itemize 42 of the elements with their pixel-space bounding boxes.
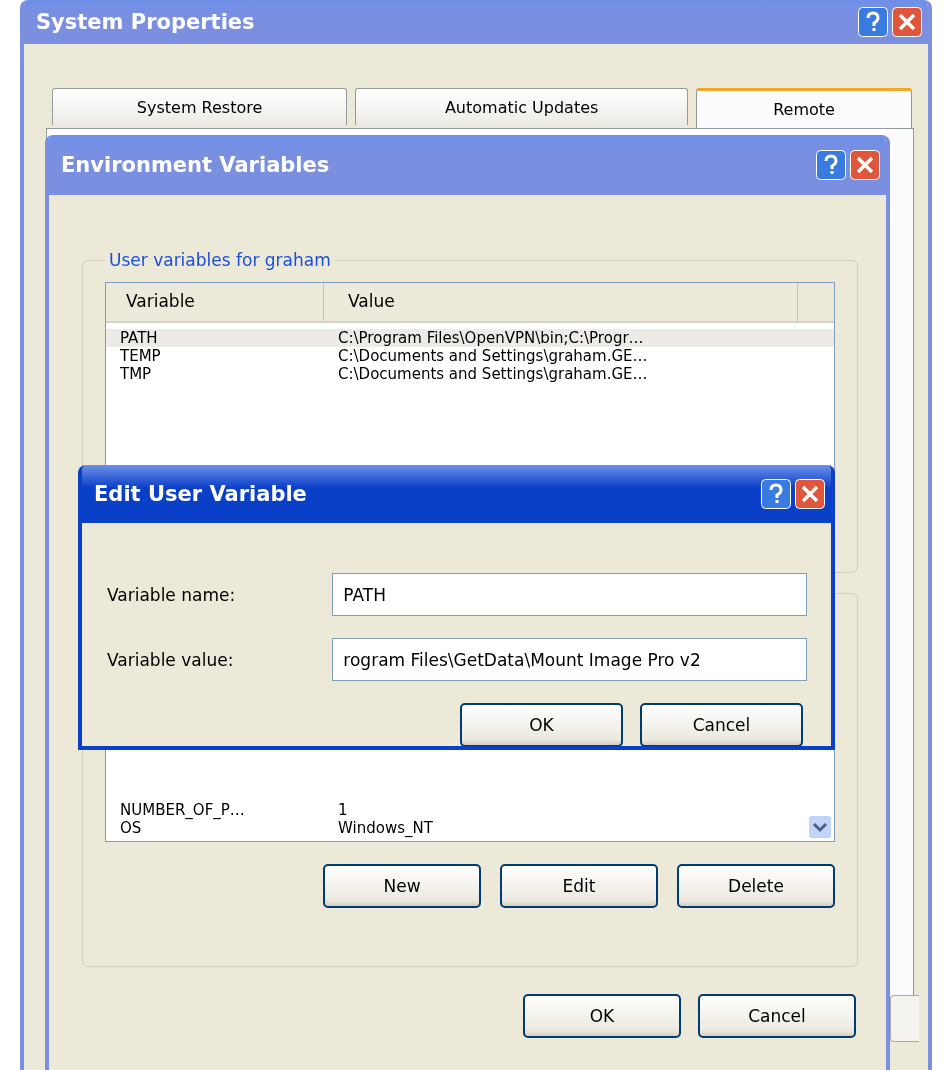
button[interactable]: Delete [677, 864, 835, 908]
field-label: Variable name: [107, 584, 237, 605]
tab[interactable]: System Restore [52, 88, 348, 125]
group-label: User variables for graham [108, 250, 332, 270]
column-header[interactable]: Variable [106, 283, 324, 321]
table-cell-text: Windows_NT [337, 819, 434, 837]
list-row[interactable]: TEMP C:\Documents and Settings\graham.GE… [106, 347, 834, 365]
window-title: Environment Variables [61, 153, 330, 177]
button[interactable]: Cancel [640, 703, 803, 746]
table-cell-text: OS [119, 819, 143, 837]
button[interactable]: New [323, 864, 481, 908]
button[interactable] [890, 995, 919, 1042]
help-icon[interactable] [858, 7, 888, 37]
button[interactable]: Cancel [698, 994, 856, 1038]
scroll-down-icon[interactable] [808, 815, 832, 839]
table-cell-text: NUMBER_OF_P… [119, 801, 246, 819]
list-row[interactable]: OS Windows_NT [106, 819, 834, 837]
button[interactable]: OK [460, 703, 623, 746]
button[interactable]: Edit [500, 864, 658, 908]
close-icon[interactable] [892, 7, 922, 37]
table-cell-text: TEMP [119, 347, 162, 365]
tab[interactable]: Automatic Updates [355, 88, 689, 125]
list-row[interactable]: PATH C:\Program Files\OpenVPN\bin;C:\Progr… [106, 329, 834, 347]
help-icon[interactable] [816, 150, 846, 180]
button[interactable]: OK [523, 994, 681, 1038]
list-row[interactable]: TMP C:\Documents and Settings\graham.GE… [106, 365, 834, 383]
list-row[interactable]: NUMBER_OF_P… 1 [106, 801, 834, 819]
help-icon[interactable] [761, 479, 791, 509]
table-cell-text: C:\Documents and Settings\graham.GE… [337, 365, 649, 383]
table-cell-text: C:\Program Files\OpenVPN\bin;C:\Progr… [337, 329, 645, 347]
input-field[interactable]: rogram Files\GetData\Mount Image Pro v2 [332, 638, 807, 681]
column-header[interactable]: Value [324, 283, 798, 321]
input-field[interactable]: PATH [332, 573, 807, 616]
tab[interactable]: Remote [696, 88, 912, 128]
table-cell-text: PATH [119, 329, 159, 347]
table-cell-text: TMP [119, 365, 153, 383]
close-icon[interactable] [795, 479, 825, 509]
table-cell-text: 1 [337, 801, 349, 819]
close-icon[interactable] [850, 150, 880, 180]
window-title: System Properties [36, 10, 255, 34]
field-label: Variable value: [107, 649, 235, 670]
table-cell-text: C:\Documents and Settings\graham.GE… [337, 347, 649, 365]
